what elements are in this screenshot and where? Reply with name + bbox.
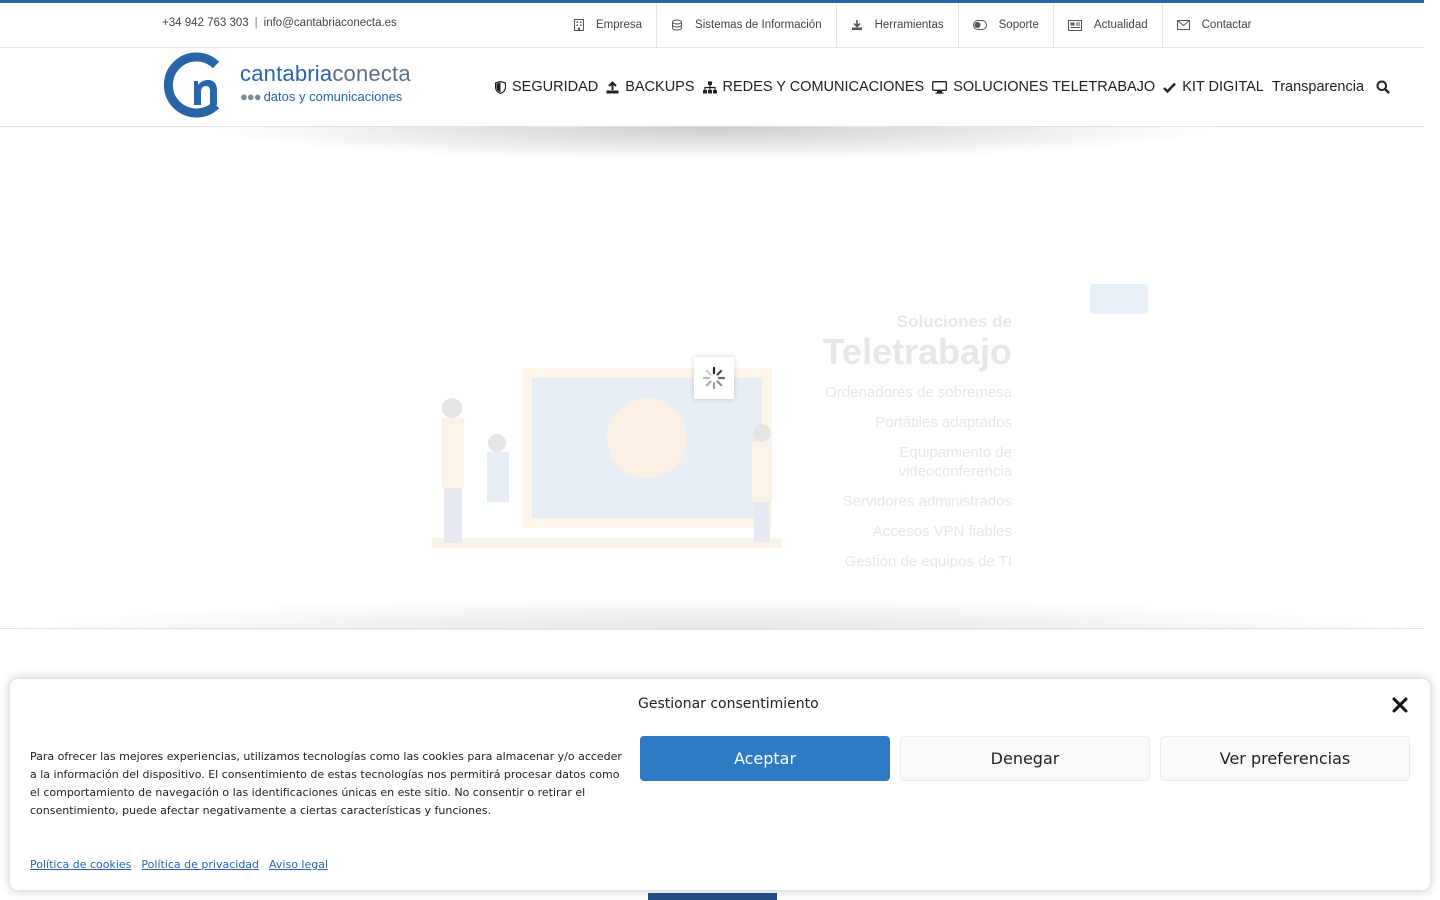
loading-spinner: [694, 357, 734, 399]
secondary-nav: Empresa Sistemas de Información Herramie…: [560, 3, 1265, 47]
nav-label: SEGURIDAD: [512, 79, 599, 95]
spinner-icon: [702, 366, 726, 390]
email-link[interactable]: info@cantabriaconecta.es: [264, 17, 397, 29]
hero-line: Portátiles adaptados: [875, 414, 1012, 431]
consent-title: Gestionar consentimiento: [638, 696, 819, 712]
download-icon: [851, 20, 862, 30]
hero-pretitle: Soluciones de: [896, 312, 1012, 331]
logo-tagline-text: datos y comunicaciones: [263, 89, 403, 104]
nav-item-kit-digital[interactable]: KIT DIGITAL: [1163, 79, 1264, 95]
logo-mark: [164, 52, 220, 118]
preferences-button[interactable]: Ver preferencias: [1160, 736, 1410, 781]
nav-label: KIT DIGITAL: [1182, 79, 1264, 95]
nav-item-backups[interactable]: BACKUPS: [606, 79, 695, 95]
nav-item-transparencia[interactable]: Transparencia: [1272, 79, 1364, 95]
nav-item-teletrabajo[interactable]: SOLUCIONES TELETRABAJO: [932, 79, 1155, 95]
contact-info: +34 942 763 303 | info@cantabriaconecta.es: [162, 17, 397, 29]
shield-icon: [495, 80, 506, 94]
phone-link[interactable]: +34 942 763 303: [162, 17, 249, 29]
hero-line: Equipamiento de videoconferencia: [898, 444, 1012, 480]
nav-label: REDES Y COMUNICACIONES: [722, 79, 925, 95]
logo-brand-primary: cantabria: [240, 61, 333, 86]
nav-label: SOLUCIONES TELETRABAJO: [953, 79, 1156, 95]
topnav-item-soporte[interactable]: Soporte: [959, 3, 1054, 47]
topnav-item-actualidad[interactable]: Actualidad: [1054, 3, 1163, 47]
hero-line: Accesos VPN fiables: [872, 523, 1012, 540]
search-icon: [1376, 80, 1390, 94]
site-header: cantabriaconecta ●●● datos y comunicacion…: [0, 48, 1424, 127]
sitemap-icon: [702, 81, 717, 93]
close-button[interactable]: [1390, 695, 1410, 715]
cookie-policy-link[interactable]: Política de cookies: [30, 858, 131, 871]
database-icon: [672, 19, 683, 31]
envelope-icon: [1176, 20, 1190, 30]
hero-text: Soluciones de Teletrabajo Ordenadores de…: [790, 312, 1012, 571]
hero-badge: [1090, 284, 1148, 314]
toggle-icon: [972, 20, 987, 30]
check-icon: [1163, 82, 1177, 93]
main-nav: SEGURIDAD BACKUPS REDES Y COMUNICACIONES…: [495, 48, 1404, 126]
hero-bottom-border: [0, 628, 1424, 629]
cookie-consent-dialog: Gestionar consentimiento Para ofrecer la…: [10, 679, 1430, 890]
topnav-item-contactar[interactable]: Contactar: [1163, 3, 1266, 47]
topnav-label: Sistemas de Información: [695, 19, 822, 31]
topnav-label: Contactar: [1201, 19, 1252, 31]
nav-item-redes[interactable]: REDES Y COMUNICACIONES: [702, 79, 925, 95]
hero-bottom-shadow: [0, 596, 1424, 630]
logo-tagline: ●●● datos y comunicaciones: [240, 89, 402, 104]
nav-item-seguridad[interactable]: SEGURIDAD: [495, 79, 598, 95]
hero-title: Teletrabajo: [822, 331, 1012, 372]
search-button[interactable]: [1376, 80, 1396, 94]
logo-brand-secondary: conecta: [332, 61, 411, 86]
topnav-label: Soporte: [998, 19, 1039, 31]
page-button-peek[interactable]: [648, 893, 777, 900]
logo-dots: ●●●: [240, 89, 262, 104]
nav-label: BACKUPS: [625, 79, 695, 95]
topnav-label: Empresa: [596, 19, 643, 31]
hero-line: Ordenadores de sobremesa: [825, 384, 1012, 401]
consent-links: Política de cookies Política de privacid…: [30, 858, 338, 871]
legal-notice-link[interactable]: Aviso legal: [269, 858, 328, 871]
consent-message: Para ofrecer las mejores experiencias, u…: [30, 750, 622, 817]
logo-brand: cantabriaconecta: [240, 61, 411, 87]
top-bar: +34 942 763 303 | info@cantabriaconecta.es…: [0, 3, 1424, 48]
site-logo[interactable]: cantabriaconecta ●●● datos y comunicacion…: [164, 51, 429, 119]
privacy-policy-link[interactable]: Política de privacidad: [141, 858, 259, 871]
topnav-item-empresa[interactable]: Empresa: [560, 3, 658, 47]
topnav-item-herramientas[interactable]: Herramientas: [837, 3, 959, 47]
deny-button[interactable]: Denegar: [900, 736, 1150, 781]
topnav-label: Herramientas: [874, 19, 944, 31]
hero-line: Servidores administrados: [842, 493, 1012, 510]
hero-line: Gestión de equipos de TI: [844, 553, 1012, 570]
close-icon: [1392, 697, 1408, 713]
nav-label: Transparencia: [1271, 79, 1365, 95]
hero-slider: Soluciones de Teletrabajo Ordenadores de…: [0, 128, 1424, 628]
newspaper-icon: [1067, 19, 1082, 31]
topnav-label: Actualidad: [1093, 19, 1148, 31]
desktop-icon: [932, 80, 948, 94]
upload-icon: [606, 80, 619, 93]
accept-button[interactable]: Aceptar: [640, 736, 890, 781]
building-icon: [574, 19, 584, 31]
contact-separator: |: [254, 17, 258, 29]
topnav-item-sistemas[interactable]: Sistemas de Información: [657, 3, 837, 47]
